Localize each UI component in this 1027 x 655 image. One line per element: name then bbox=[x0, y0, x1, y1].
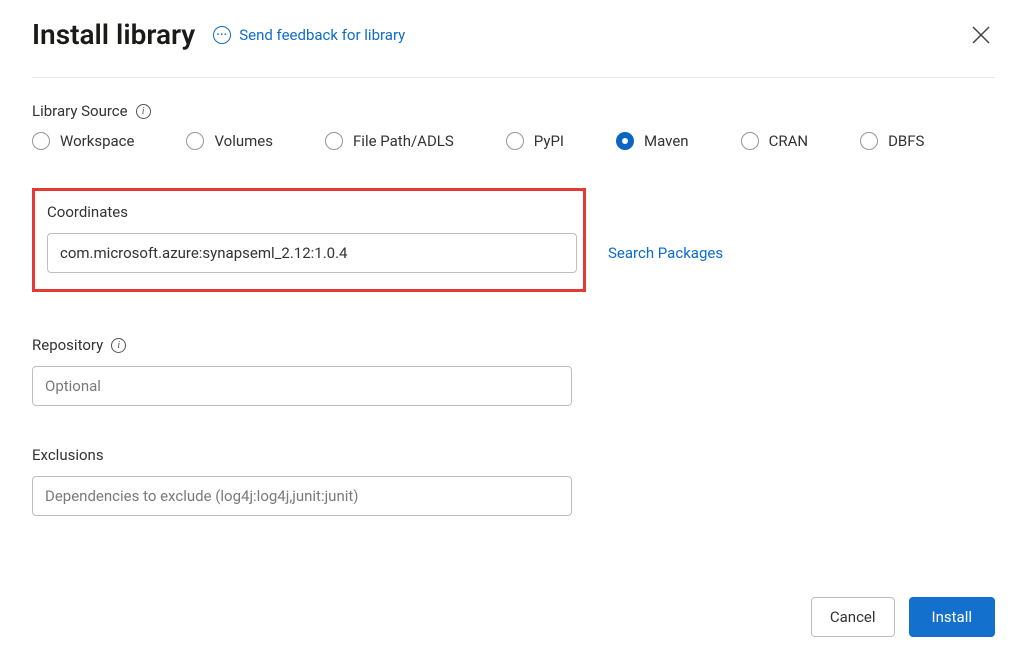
info-icon[interactable]: i bbox=[136, 104, 151, 119]
feedback-link-label: Send feedback for library bbox=[239, 26, 405, 44]
radio-filepath-adls[interactable]: File Path/ADLS bbox=[325, 132, 454, 150]
repository-label: Repository bbox=[32, 336, 103, 354]
radio-icon bbox=[325, 132, 343, 150]
radio-label: File Path/ADLS bbox=[353, 132, 454, 150]
radio-cran[interactable]: CRAN bbox=[741, 132, 809, 150]
radio-label: Maven bbox=[644, 132, 689, 150]
repository-label-row: Repository i bbox=[32, 336, 995, 354]
radio-pypi[interactable]: PyPI bbox=[506, 132, 564, 150]
dialog-title: Install library bbox=[32, 18, 195, 51]
library-source-label: Library Source bbox=[32, 102, 128, 120]
radio-icon bbox=[860, 132, 878, 150]
radio-label: Volumes bbox=[214, 132, 273, 150]
repository-block: Repository i bbox=[32, 336, 995, 406]
radio-dbfs[interactable]: DBFS bbox=[860, 132, 924, 150]
chat-bubble-icon: ••• bbox=[213, 26, 231, 44]
exclusions-block: Exclusions bbox=[32, 446, 995, 516]
radio-label: Workspace bbox=[60, 132, 134, 150]
dialog-footer: Cancel Install bbox=[811, 597, 995, 637]
coordinates-input[interactable] bbox=[47, 233, 577, 273]
header-left: Install library ••• Send feedback for li… bbox=[32, 18, 405, 51]
coordinates-row: Coordinates Search Packages bbox=[32, 188, 995, 292]
coordinates-label: Coordinates bbox=[47, 203, 571, 221]
radio-icon-selected bbox=[616, 132, 634, 150]
install-button[interactable]: Install bbox=[909, 597, 995, 637]
radio-volumes[interactable]: Volumes bbox=[186, 132, 273, 150]
radio-icon bbox=[741, 132, 759, 150]
library-source-options: Workspace Volumes File Path/ADLS PyPI Ma… bbox=[32, 132, 995, 150]
info-icon[interactable]: i bbox=[111, 338, 126, 353]
close-icon bbox=[972, 26, 990, 44]
send-feedback-link[interactable]: ••• Send feedback for library bbox=[213, 26, 405, 44]
close-button[interactable] bbox=[967, 21, 995, 49]
radio-label: DBFS bbox=[888, 132, 924, 150]
radio-label: CRAN bbox=[769, 132, 809, 150]
coordinates-highlight-box: Coordinates bbox=[32, 188, 586, 292]
radio-icon bbox=[506, 132, 524, 150]
exclusions-input[interactable] bbox=[32, 476, 572, 516]
search-packages-link[interactable]: Search Packages bbox=[608, 244, 723, 262]
repository-input[interactable] bbox=[32, 366, 572, 406]
radio-icon bbox=[32, 132, 50, 150]
radio-workspace[interactable]: Workspace bbox=[32, 132, 134, 150]
library-source-label-row: Library Source i bbox=[32, 102, 995, 120]
dialog-header: Install library ••• Send feedback for li… bbox=[32, 18, 995, 78]
cancel-button[interactable]: Cancel bbox=[811, 597, 895, 637]
radio-maven[interactable]: Maven bbox=[616, 132, 689, 150]
radio-label: PyPI bbox=[534, 132, 564, 150]
radio-icon bbox=[186, 132, 204, 150]
exclusions-label: Exclusions bbox=[32, 446, 995, 464]
